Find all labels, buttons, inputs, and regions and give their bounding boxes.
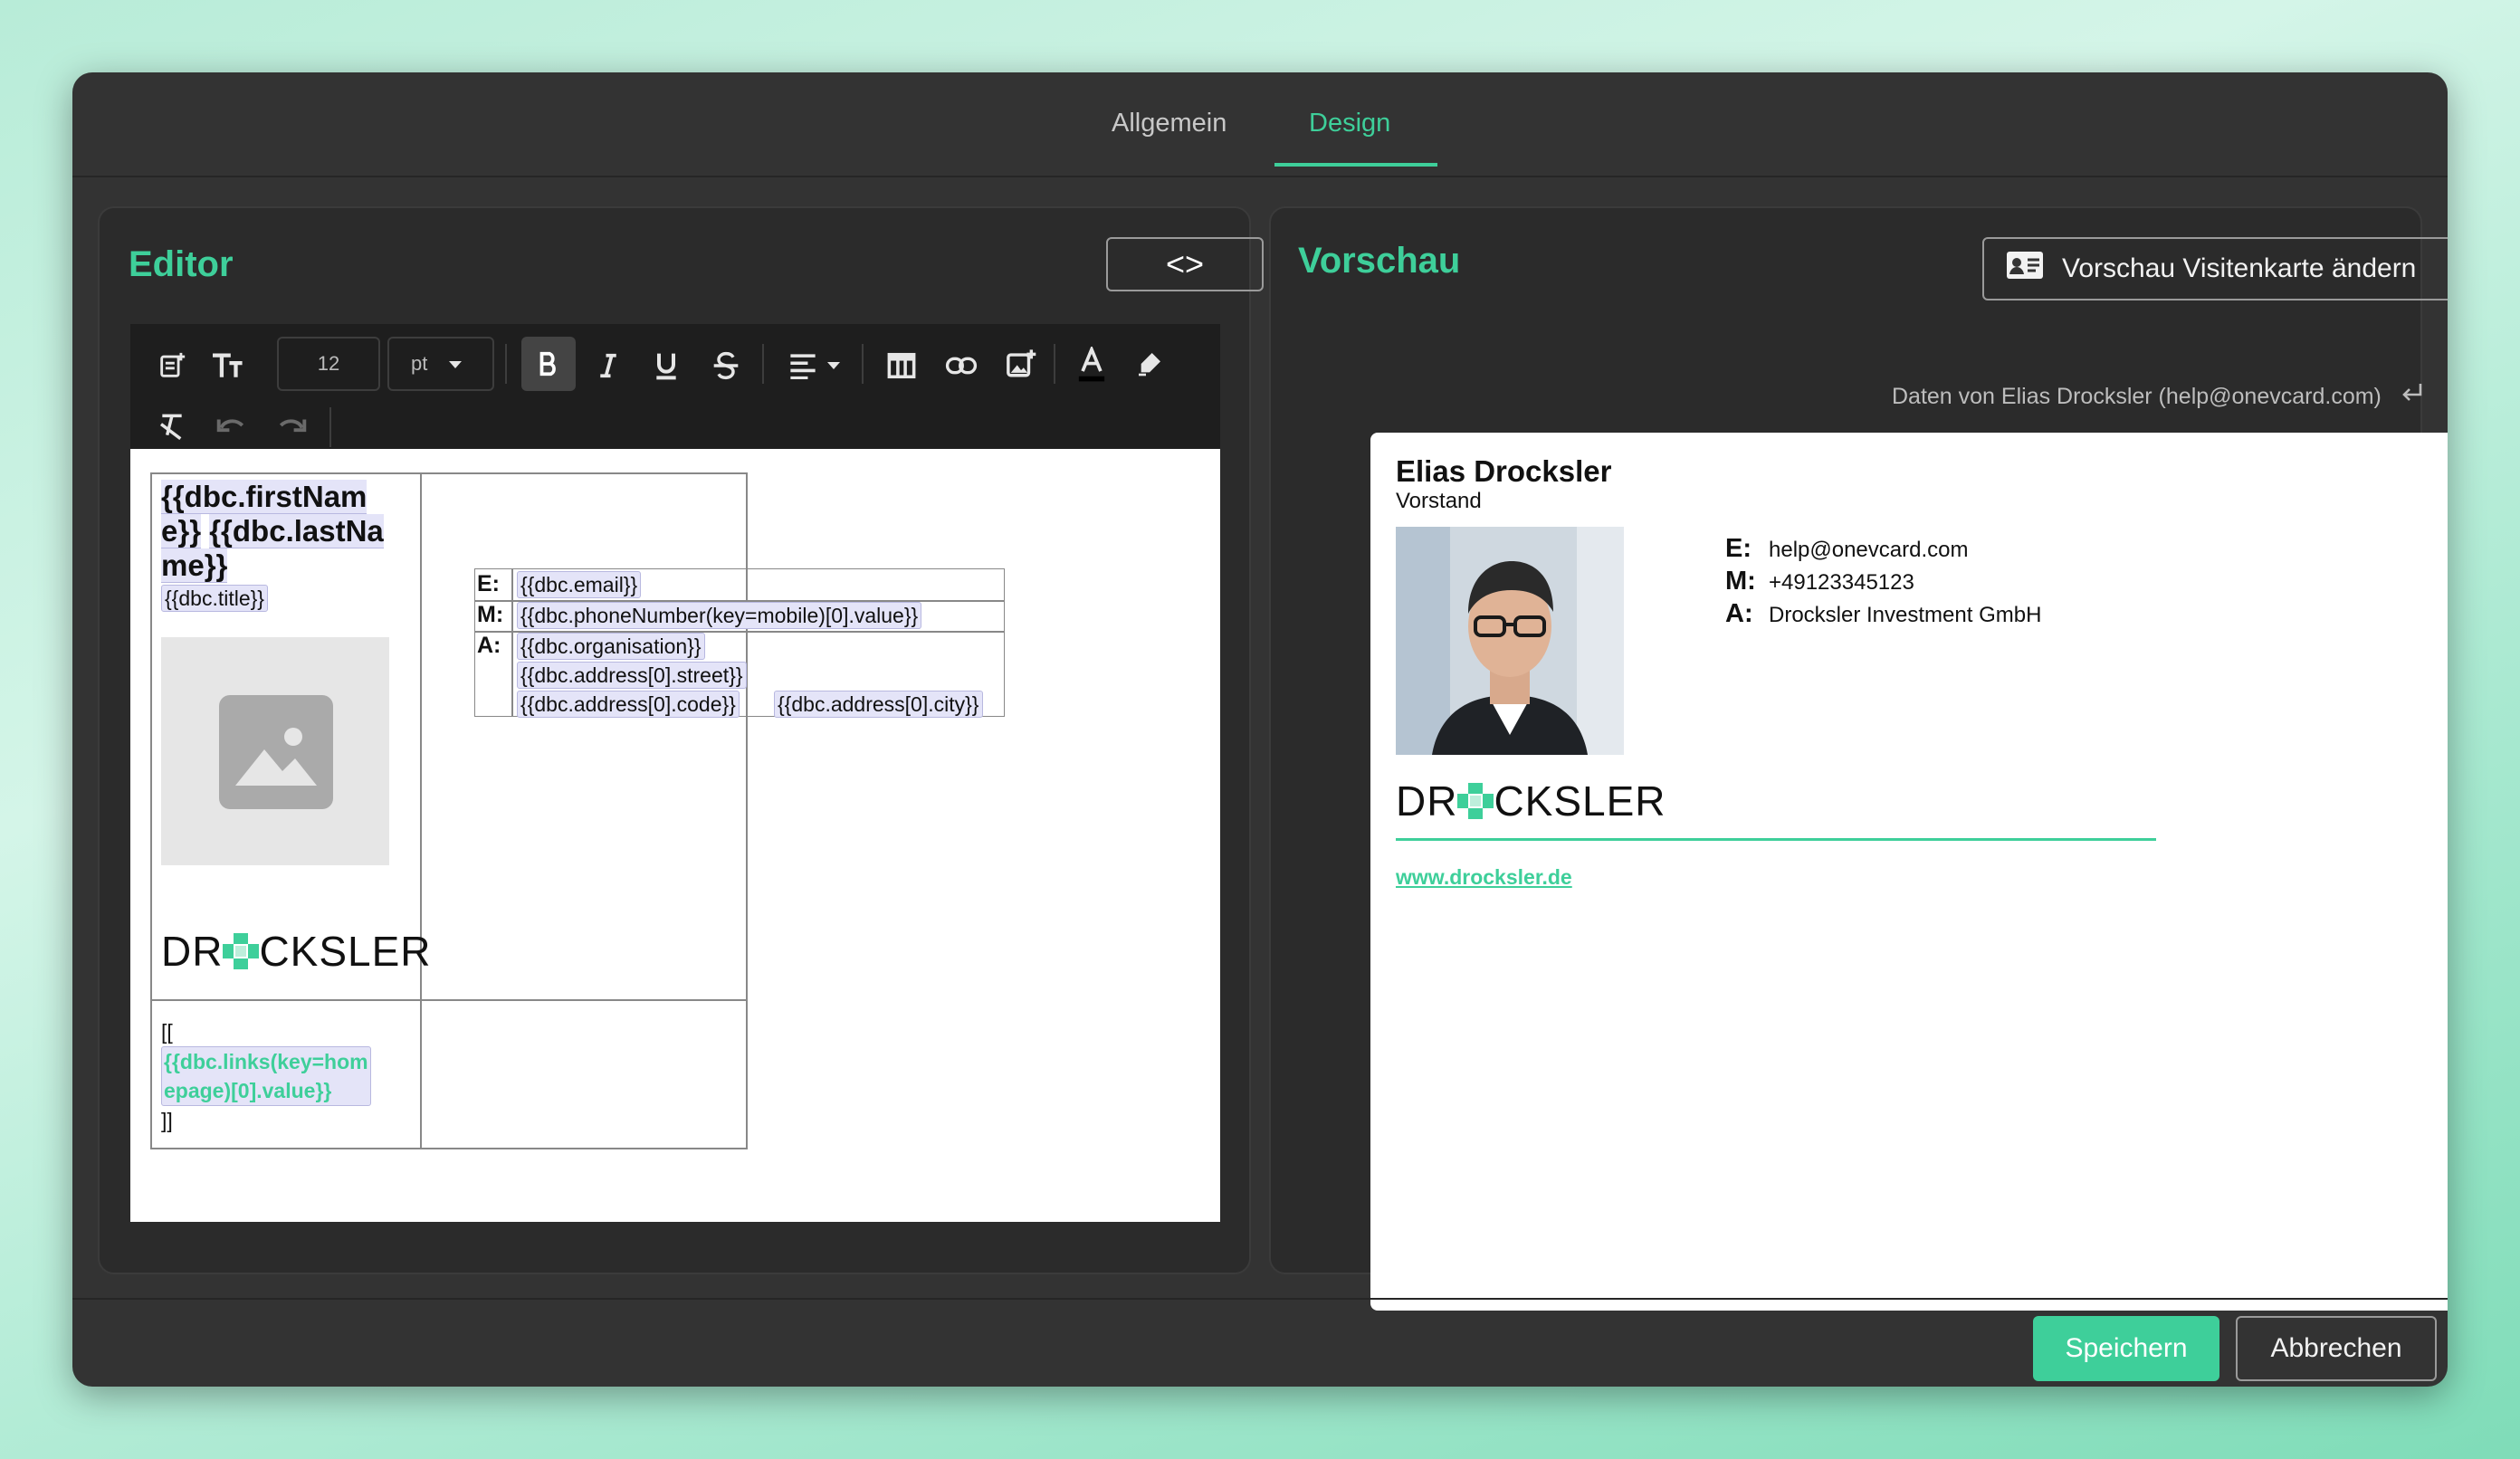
title-placeholder[interactable]: {{dbc.title}} [161, 585, 268, 612]
font-size-input[interactable]: 12 [277, 337, 380, 391]
email-label: E: [477, 571, 500, 596]
preview-address-label: A: [1725, 599, 1753, 628]
preview-name: Elias Drocksler [1396, 454, 1612, 488]
change-preview-card-button[interactable]: Vorschau Visitenkarte ändern [1982, 237, 2448, 300]
table-divider [152, 999, 746, 1001]
phone-placeholder[interactable]: {{dbc.phoneNumber(key=mobile)[0].value}} [517, 602, 922, 629]
code-view-button[interactable]: <> [1106, 237, 1264, 291]
editor-title: Editor [129, 244, 234, 284]
preview-mobile: +49123345123 [1769, 570, 1914, 595]
logo-mark-icon [223, 930, 260, 969]
editor-toolbar: 12 pt [130, 324, 1220, 449]
preview-address-row: A: Drocksler Investment GmbH [1725, 599, 2041, 629]
preview-organisation: Drocksler Investment GmbH [1769, 603, 2042, 627]
street-placeholder[interactable]: {{dbc.address[0].street}} [517, 662, 747, 689]
preview-mobile-row: M: +49123345123 [1725, 567, 1914, 596]
preview-email-row: E: help@onevcard.com [1725, 534, 1968, 564]
insert-image-icon[interactable] [1001, 344, 1041, 384]
active-tab-indicator [1274, 163, 1437, 167]
image-placeholder[interactable] [161, 637, 389, 865]
tab-design[interactable]: Design [1309, 109, 1390, 138]
code-icon: <> [1165, 245, 1205, 282]
cancel-button[interactable]: Abbrechen [2236, 1316, 2437, 1381]
link-open-bracket: [[ [161, 1020, 173, 1044]
table-divider [420, 474, 422, 1148]
preview-data-source: Daten von Elias Drocksler (help@onevcard… [1892, 382, 2424, 410]
preview-drocksler-logo: DR CKSLER [1396, 777, 1666, 825]
toolbar-divider [505, 344, 507, 384]
postcode-placeholder[interactable]: {{dbc.address[0].code}} [517, 691, 740, 718]
preview-website-link[interactable]: www.drocksler.de [1396, 865, 1572, 890]
preview-title: Vorschau [1298, 241, 1461, 281]
mobile-label: M: [477, 602, 504, 627]
preview-divider-line [1396, 838, 2156, 841]
toolbar-divider [329, 407, 331, 447]
link-close-bracket: ]] [161, 1109, 173, 1132]
image-icon [219, 695, 333, 809]
tab-bar: Allgemein Design [72, 72, 2448, 177]
italic-button[interactable] [588, 346, 628, 386]
font-size-icon[interactable] [208, 348, 248, 384]
editor-canvas[interactable]: {{dbc.firstNam e}} {{dbc.lastNa me}} {{d… [130, 449, 1220, 1222]
tab-allgemein[interactable]: Allgemein [1112, 109, 1227, 138]
design-dialog: Allgemein Design Editor <> 12 pt {{dbc.f… [72, 72, 2448, 1387]
contact-card-icon [2006, 251, 2044, 287]
toolbar-divider [1054, 344, 1055, 384]
preview-position: Vorstand [1396, 489, 1482, 513]
table-divider [511, 569, 513, 716]
signature-preview: Elias Drocksler Vorstand E: help@onevcard… [1370, 433, 2448, 1311]
undo-icon[interactable] [214, 407, 250, 443]
redo-icon[interactable] [273, 407, 310, 443]
toolbar-divider [862, 344, 864, 384]
highlight-color-icon[interactable] [1130, 344, 1169, 384]
contact-table[interactable]: E: {{dbc.email}} M: {{dbc.phoneNumber(ke… [474, 568, 1005, 718]
change-preview-label: Vorschau Visitenkarte ändern [2062, 253, 2417, 283]
align-dropdown[interactable] [780, 346, 849, 386]
email-placeholder[interactable]: {{dbc.email}} [517, 571, 642, 598]
font-unit-select[interactable]: pt [387, 337, 494, 391]
bold-button[interactable] [521, 337, 576, 391]
address-label: A: [477, 633, 501, 658]
preview-mobile-label: M: [1725, 567, 1756, 596]
organisation-placeholder[interactable]: {{dbc.organisation}} [517, 633, 705, 660]
save-button[interactable]: Speichern [2033, 1316, 2219, 1381]
insert-table-icon[interactable] [882, 346, 921, 386]
insert-template-icon[interactable] [154, 348, 190, 384]
underline-button[interactable] [646, 346, 686, 386]
font-unit-value: pt [411, 352, 428, 375]
strikethrough-button[interactable] [706, 346, 746, 386]
chevron-down-icon [826, 360, 842, 371]
return-icon[interactable] [2401, 384, 2424, 409]
preview-email: help@onevcard.com [1769, 538, 1969, 562]
logo-mark-icon [1457, 780, 1494, 819]
toolbar-divider [762, 344, 764, 384]
footer-divider [72, 1298, 2448, 1300]
chevron-down-icon [447, 352, 463, 376]
preview-data-source-text: Daten von Elias Drocksler (help@onevcard… [1892, 384, 2382, 409]
city-placeholder[interactable]: {{dbc.address[0].city}} [774, 691, 983, 718]
homepage-link-placeholder[interactable]: {{dbc.links(key=hom epage)[0].value}} [161, 1046, 371, 1106]
link-block[interactable]: [[ {{dbc.links(key=hom epage)[0].value}} … [161, 1017, 406, 1135]
preview-email-label: E: [1725, 534, 1752, 563]
text-color-icon[interactable] [1072, 342, 1112, 387]
clear-format-icon[interactable] [154, 407, 190, 443]
profile-photo [1396, 527, 1624, 755]
name-placeholder[interactable]: {{dbc.firstNam e}} {{dbc.lastNa me}} [161, 480, 406, 583]
template-table[interactable]: {{dbc.firstNam e}} {{dbc.lastNa me}} {{d… [150, 472, 1005, 1149]
drocksler-logo: DR CKSLER [161, 928, 432, 975]
link-icon[interactable] [941, 346, 981, 386]
align-left-icon [788, 352, 818, 379]
